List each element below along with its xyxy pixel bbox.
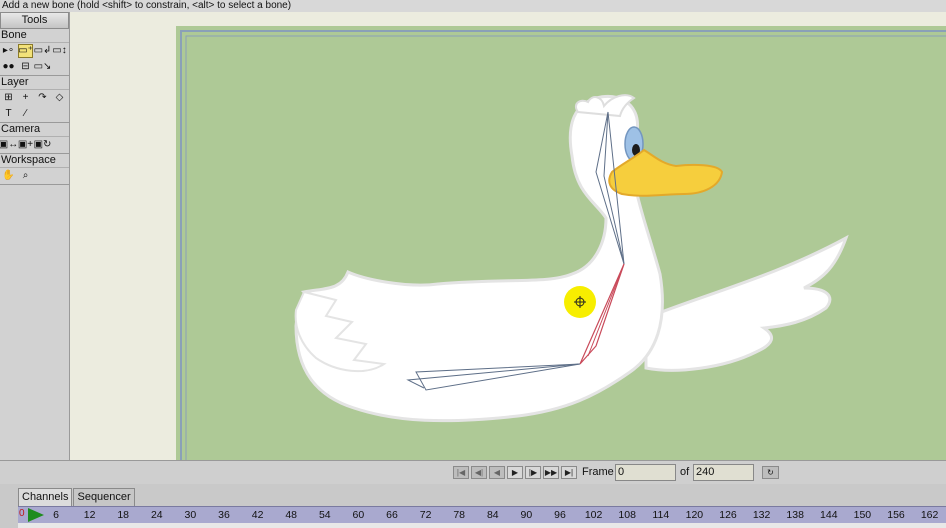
bone-strength-icon[interactable]: ▭↕ <box>52 44 67 58</box>
tool-section-camera: Camera ▣↔ ▣+ ▣↻ <box>0 123 69 154</box>
tool-row: T ∕ <box>0 106 69 122</box>
tool-section-title: Layer <box>0 76 69 90</box>
ruler-tick-label: 72 <box>419 509 432 521</box>
tool-section-title: Bone <box>0 29 69 43</box>
ruler-tick-label: 120 <box>685 509 704 521</box>
track-camera-icon[interactable]: ▣↔ <box>0 138 18 152</box>
play-icon[interactable]: ▶ <box>507 466 523 479</box>
ruler-tick-label: 36 <box>218 509 230 521</box>
frame-input[interactable]: 0 <box>615 464 676 481</box>
ruler-tick-label: 108 <box>618 509 636 521</box>
ruler-tick-label: 6 <box>53 509 59 521</box>
tool-section-layer: Layer ⊞ + ↷ ◇ T ∕ <box>0 76 69 123</box>
text-icon[interactable]: T <box>1 107 16 121</box>
ruler-tick-label: 150 <box>853 509 872 521</box>
ruler-tick-label: 30 <box>184 509 197 521</box>
tab-channels[interactable]: Channels <box>18 488 73 506</box>
tool-section-title: Workspace <box>0 154 69 168</box>
zoom-icon[interactable]: ⌕ <box>18 169 33 183</box>
channel-area[interactable] <box>18 523 946 528</box>
tool-row: ●● ⊟ ▭↘ <box>0 59 69 75</box>
bind-points-icon[interactable]: ⊟ <box>18 60 33 74</box>
set-origin-icon[interactable]: + <box>18 91 33 105</box>
step-forward-icon[interactable]: |▶ <box>525 466 541 479</box>
tools-panel: Tools Bone ▸∘ ▭⁺ ▭↲ ▭↕ ●● ⊟ ▭↘ Layer ⊞ + ↷ ◇ T ∕ Camera… <box>0 12 70 460</box>
loop-icon[interactable]: ↻ <box>762 466 779 479</box>
tool-section-bone: Bone ▸∘ ▭⁺ ▭↲ ▭↕ ●● ⊟ ▭↘ <box>0 29 69 76</box>
ruler-tick-label: 132 <box>752 509 771 521</box>
of-label: of <box>680 466 690 478</box>
canvas[interactable] <box>176 26 946 460</box>
tool-row: ▣↔ ▣+ ▣↻ <box>0 137 69 153</box>
ruler-tick-label: 144 <box>820 509 838 521</box>
frame-label: Frame <box>582 466 614 478</box>
tool-section-title: Camera <box>0 123 69 137</box>
select-bone-icon[interactable]: ▸∘ <box>1 44 16 58</box>
tool-row: ▸∘ ▭⁺ ▭↲ ▭↕ <box>0 43 69 59</box>
workspace-margin-left <box>70 12 176 460</box>
ruler-tick-label: 66 <box>386 509 398 521</box>
pan-icon[interactable]: ✋ <box>1 169 16 183</box>
end-icon[interactable]: ▶| <box>561 466 577 479</box>
ruler-tick-label: 162 <box>920 509 939 521</box>
rotate-layer-icon[interactable]: ↷ <box>35 91 50 105</box>
tool-row: ✋ ⌕ <box>0 168 69 184</box>
ruler-tick-label: 138 <box>786 509 804 521</box>
ruler-tick-label: 84 <box>486 509 499 521</box>
duck-right-wing <box>644 234 849 372</box>
ruler-tick-label: 60 <box>352 509 365 521</box>
frame-ruler[interactable]: 0 6 12 18 24 30 36 42 48 54 60 66 72 78 84 90 96 102 108 1… <box>18 506 946 523</box>
ruler-tick-label: 18 <box>117 509 130 521</box>
status-bar: Add a new bone (hold <shift> to constrai… <box>0 0 946 12</box>
bind-layer-icon[interactable]: ●● <box>1 60 16 74</box>
tools-panel-title: Tools <box>0 12 69 29</box>
ruler-tick-label: 102 <box>584 509 603 521</box>
ruler-tick-label: 156 <box>887 509 905 521</box>
duck-body <box>294 94 664 423</box>
ruler-tick-label: 78 <box>453 509 466 521</box>
eyedropper-icon[interactable]: ∕ <box>18 107 33 121</box>
ruler-tick-label: 48 <box>285 509 298 521</box>
ruler-tick-label: 90 <box>520 509 533 521</box>
ruler-tick-label: 12 <box>83 509 96 521</box>
ruler-tick-label: 114 <box>652 509 670 521</box>
ruler-zero-label: 0 <box>19 508 25 519</box>
ruler-tick-label: 42 <box>251 509 264 521</box>
zoom-camera-icon[interactable]: ▣+ <box>18 138 33 152</box>
workspace-margin-top <box>176 12 946 26</box>
play-reverse-icon[interactable]: ◀ <box>489 466 505 479</box>
ruler-tick-label: 24 <box>150 509 163 521</box>
ruler-tick-label: 54 <box>318 509 331 521</box>
add-bone-icon[interactable]: ▭⁺ <box>18 44 33 58</box>
reparent-bone-icon[interactable]: ▭↲ <box>34 44 52 58</box>
tool-row: ⊞ + ↷ ◇ <box>0 90 69 106</box>
roll-camera-icon[interactable]: ▣↻ <box>34 138 52 152</box>
offset-bone-icon[interactable]: ▭↘ <box>34 60 52 74</box>
shear-layer-icon[interactable]: ◇ <box>52 91 67 105</box>
rewind-icon[interactable]: |◀ <box>453 466 469 479</box>
transform-layer-icon[interactable]: ⊞ <box>1 91 16 105</box>
tool-section-workspace: Workspace ✋ ⌕ <box>0 154 69 185</box>
tab-sequencer[interactable]: Sequencer <box>73 488 135 506</box>
total-frames-input[interactable]: 240 <box>693 464 754 481</box>
ruler-tick-label: 126 <box>719 509 737 521</box>
fast-forward-icon[interactable]: ▶▶ <box>543 466 559 479</box>
playback-bar: |◀ ◀| ◀ ▶ |▶ ▶▶ ▶| Frame 0 of 240 ↻ <box>0 460 946 484</box>
timeline-panel: Channels Sequencer 0 6 12 18 24 30 36 42 48 54 60… <box>0 484 946 528</box>
canvas-artwork <box>180 30 946 460</box>
playhead-marker[interactable] <box>28 508 44 522</box>
ruler-tick-label: 96 <box>554 509 566 521</box>
step-back-icon[interactable]: ◀| <box>471 466 487 479</box>
moho-window: Add a new bone (hold <shift> to constrai… <box>0 0 946 528</box>
